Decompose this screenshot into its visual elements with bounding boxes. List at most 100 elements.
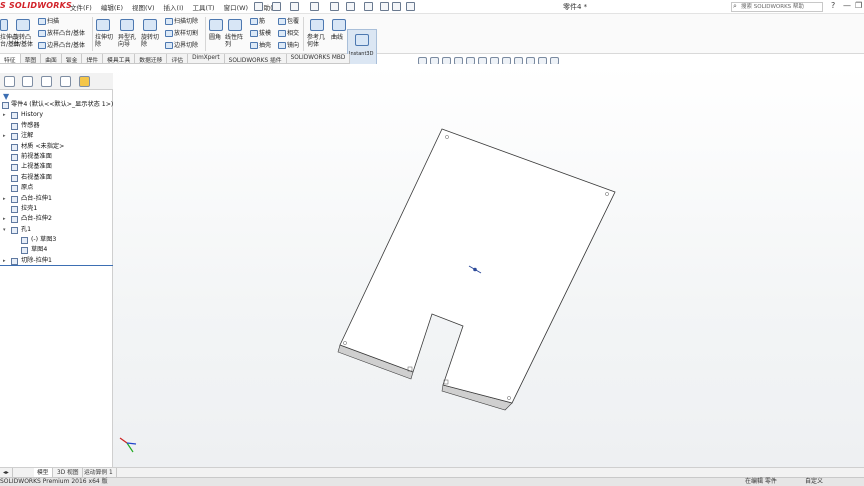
reference-geometry-icon[interactable]	[310, 19, 324, 31]
tree-node[interactable]: 原点	[0, 183, 113, 193]
tab-sheet-metal[interactable]: 钣金	[62, 54, 83, 64]
rib-button[interactable]: 筋	[250, 18, 265, 25]
fillet-label[interactable]: 圆角	[209, 34, 221, 41]
reference-geometry-label[interactable]: 参考几 何体	[307, 34, 325, 48]
curves-icon[interactable]	[332, 19, 346, 31]
save-icon[interactable]	[310, 2, 319, 11]
expand-toggle-icon[interactable]: ▸	[3, 131, 6, 141]
tab-solidworks-addins[interactable]: SOLIDWORKS 插件	[225, 54, 287, 64]
expand-toggle-icon[interactable]: ▾	[3, 225, 6, 235]
revolve-cut-icon[interactable]	[143, 19, 157, 31]
swept-cut-icon	[165, 18, 173, 25]
shell-button[interactable]: 抽壳	[250, 42, 271, 49]
extrude-cut-label[interactable]: 拉伸切除	[95, 34, 113, 48]
expand-toggle-icon[interactable]: ▸	[3, 110, 6, 120]
boundary-cut-button[interactable]: 边界切除	[165, 42, 198, 49]
revolve-boss-icon[interactable]	[16, 19, 30, 31]
fillet-icon[interactable]	[209, 19, 223, 31]
tab-data-migration[interactable]: 数据迁移	[135, 54, 168, 64]
linear-pattern-icon[interactable]	[228, 19, 242, 31]
featuremanager-tab-icon[interactable]	[4, 76, 15, 87]
menu-insert[interactable]: 插入(I)	[164, 2, 184, 12]
menu-view[interactable]: 视图(V)	[132, 2, 155, 12]
loft-button[interactable]: 放样凸台/基体	[38, 30, 85, 37]
open-icon[interactable]	[290, 2, 299, 11]
graphics-area[interactable]	[113, 64, 864, 467]
expand-toggle-icon[interactable]: ▸	[3, 256, 6, 266]
maximize-button[interactable]: ❐	[855, 1, 862, 10]
extrude-cut-icon[interactable]	[96, 19, 110, 31]
search-input[interactable]: ⌕ 搜索 SOLIDWORKS 帮助	[731, 2, 823, 12]
tree-node[interactable]: ▸ History	[0, 110, 113, 120]
tree-node[interactable]: 前视基准面	[0, 152, 113, 162]
draft-button[interactable]: 拔模	[250, 30, 271, 37]
options-gear-icon[interactable]	[406, 2, 415, 11]
help-button[interactable]: ?	[831, 1, 835, 10]
hole-wizard-icon[interactable]	[120, 19, 134, 31]
hole-wizard-label[interactable]: 异型孔 向导	[118, 34, 136, 48]
wrap-icon	[278, 18, 286, 25]
tree-node[interactable]: 右视基准面	[0, 173, 113, 183]
menu-window[interactable]: 窗口(W)	[224, 2, 249, 12]
lofted-cut-button[interactable]: 放样切割	[165, 30, 198, 37]
pin-icon[interactable]	[254, 2, 263, 11]
tree-node[interactable]: 材质 <未指定>	[0, 142, 113, 152]
tab-sketch[interactable]: 草图	[21, 54, 42, 64]
expand-toggle-icon[interactable]: ▸	[3, 194, 6, 204]
new-document-icon[interactable]	[272, 2, 281, 11]
instant3d-button[interactable]: Instant3D	[347, 29, 377, 67]
tree-node[interactable]: ▸ 注解	[0, 131, 113, 141]
status-bar: SOLIDWORKS Premium 2016 x64 版 在编辑 零件 自定义	[0, 477, 864, 486]
tab-surfaces[interactable]: 曲面	[41, 54, 62, 64]
sweep-button[interactable]: 扫描	[38, 18, 59, 25]
boundary-boss-button[interactable]: 边界凸台/基体	[38, 42, 85, 49]
tab-solidworks-mbd[interactable]: SOLIDWORKS MBD	[287, 54, 351, 63]
tree-root-part[interactable]: 零件4 (默认<<默认>_显示状态 1>)	[0, 100, 113, 110]
menu-tools[interactable]: 工具(T)	[193, 2, 215, 12]
curves-label[interactable]: 曲线	[331, 34, 343, 41]
expand-toggle-icon[interactable]: ▸	[3, 214, 6, 224]
model-graphics	[119, 128, 616, 453]
plane-icon	[11, 174, 18, 182]
rebuild-icon[interactable]	[380, 2, 389, 11]
tree-node[interactable]: 拉壳1	[0, 204, 113, 214]
unit-system[interactable]: 自定义	[805, 478, 823, 486]
solidworks-logo[interactable]: S SOLIDWORKS	[0, 1, 72, 10]
tree-node[interactable]: 传感器	[0, 121, 113, 131]
tree-node-label: (-) 草图3	[31, 236, 57, 244]
dimxpertmanager-tab-icon[interactable]	[60, 76, 71, 87]
tree-node[interactable]: ▸ 凸台-拉伸1	[0, 194, 113, 204]
menu-file[interactable]: 文件(F)	[70, 2, 92, 12]
extrude-boss-icon[interactable]	[0, 19, 8, 31]
tab-weldments[interactable]: 焊件	[82, 54, 104, 64]
tree-node[interactable]: 上视基准面	[0, 162, 113, 172]
tree-node[interactable]: ▾ 孔1	[0, 225, 113, 235]
tree-node-label: 传感器	[21, 121, 40, 129]
select-arrow-icon[interactable]	[364, 2, 373, 11]
linear-pattern-label[interactable]: 线性阵列	[225, 34, 243, 48]
file-properties-icon[interactable]	[392, 2, 401, 11]
displaymanager-tab-icon[interactable]	[79, 76, 90, 87]
undo-icon[interactable]	[346, 2, 355, 11]
wrap-button[interactable]: 包覆	[278, 18, 299, 25]
propertymanager-tab-icon[interactable]	[22, 76, 33, 87]
tree-node[interactable]: ▸ 切除-拉伸1	[0, 256, 113, 267]
print-icon[interactable]	[330, 2, 339, 11]
title-bar: S SOLIDWORKS 文件(F) 编辑(E) 视图(V) 插入(I) 工具(…	[0, 0, 864, 14]
swept-cut-button[interactable]: 扫描切除	[165, 18, 198, 25]
tree-node[interactable]: ▸ 凸台-拉伸2	[0, 214, 113, 224]
tree-node[interactable]: (-) 草图3	[0, 235, 113, 245]
mirror-button[interactable]: 镜向	[278, 42, 299, 49]
revolve-boss-label[interactable]: 旋转凸 台/基体	[13, 34, 33, 48]
tab-features[interactable]: 特征	[0, 54, 21, 64]
tab-mold-tools[interactable]: 模具工具	[103, 54, 136, 64]
revolve-cut-label[interactable]: 旋转切除	[141, 34, 159, 48]
minimize-button[interactable]: —	[843, 1, 851, 10]
tab-dimxpert[interactable]: DimXpert	[188, 54, 225, 63]
menu-edit[interactable]: 编辑(E)	[101, 2, 123, 12]
intersect-button[interactable]: 相交	[278, 30, 299, 37]
tab-evaluate[interactable]: 评估	[167, 54, 189, 64]
configurationmanager-tab-icon[interactable]	[41, 76, 52, 87]
tree-node[interactable]: 草图4	[0, 245, 113, 255]
history-icon	[11, 112, 18, 120]
